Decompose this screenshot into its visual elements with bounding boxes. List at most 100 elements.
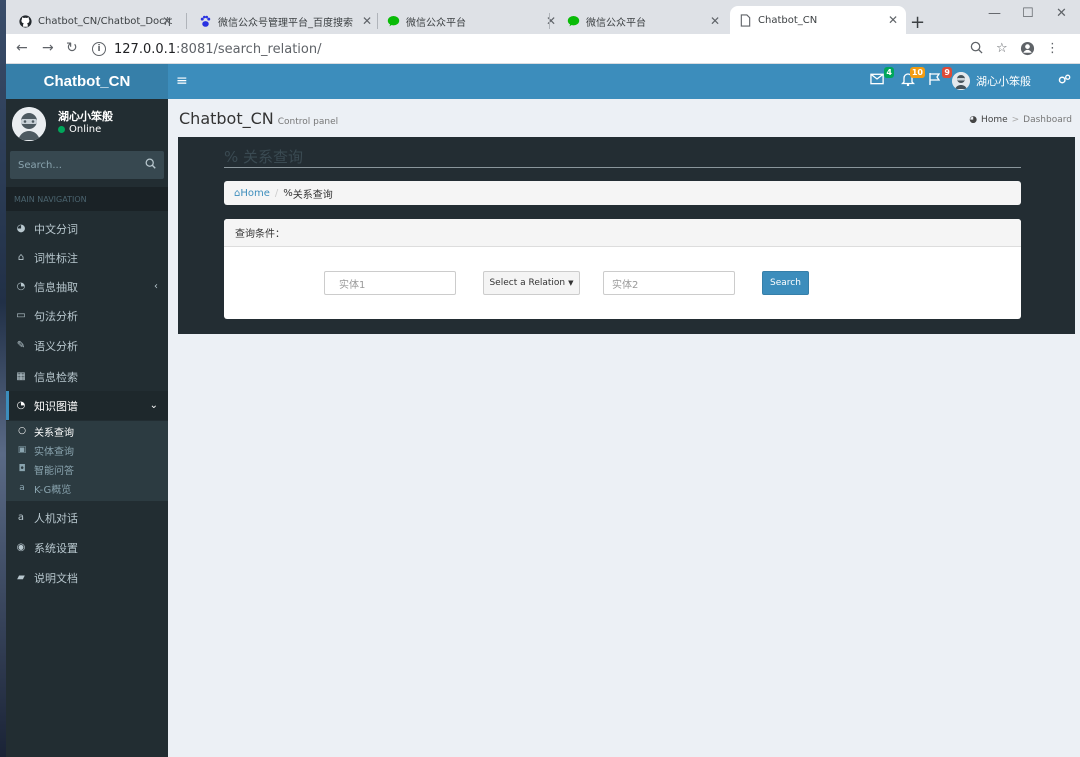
baidu-paw-icon — [198, 14, 212, 28]
sidebar-item-semantic[interactable]: ✎ 语义分析 — [6, 331, 168, 360]
url-path: :8081/search_relation/ — [176, 41, 322, 57]
relation-select-button[interactable]: Select a Relation ▼ — [483, 271, 580, 295]
close-tab-icon[interactable]: ✕ — [362, 14, 372, 28]
notification-badge: 10 — [909, 67, 925, 78]
entity1-input[interactable]: 实体1 — [324, 271, 456, 295]
close-tab-icon[interactable]: ✕ — [888, 13, 898, 27]
sidebar-item-dialogue[interactable]: a 人机对话 — [6, 503, 168, 532]
tab-title: 微信公众平台 — [586, 17, 646, 29]
sidebar-item-settings[interactable]: ◉ 系统设置 — [6, 533, 168, 562]
mail-badge: 4 — [884, 67, 894, 78]
top-header: Chatbot_CN ≡ 4 10 9 湖心小笨般 — [6, 64, 1080, 99]
reload-icon[interactable]: ↻ — [66, 40, 78, 56]
tab-baidu[interactable]: 微信公众号管理平台_百度搜索 ✕ — [190, 8, 380, 34]
mail-icon[interactable]: 4 — [870, 67, 894, 90]
bookmark-star-icon[interactable]: ☆ — [996, 41, 1008, 56]
flag-icon[interactable]: 9 — [928, 67, 952, 90]
sidebar-user-name: 湖心小笨般 — [58, 110, 113, 123]
github-icon — [18, 14, 32, 28]
sidebar-subitem-qa[interactable]: ◘ 智能问答 — [6, 461, 168, 477]
relation-query-panel: % 关系查询 ⌂ Home / % 关系查询 查询条件： 实体1 Select … — [178, 137, 1075, 334]
tab-chatbot-active[interactable]: Chatbot_CN ✕ — [730, 6, 906, 34]
sidebar-subitem-label: 实体查询 — [34, 446, 74, 458]
tab-separator — [549, 13, 550, 29]
inner-breadcrumb: ⌂ Home / % 关系查询 — [224, 181, 1021, 205]
inner-breadcrumb-home[interactable]: Home — [240, 188, 270, 199]
sidebar-item-extraction[interactable]: ◔ 信息抽取 ‹ — [6, 272, 168, 301]
sidebar-item-docs[interactable]: ▰ 说明文档 — [6, 563, 168, 592]
gears-icon[interactable] — [1058, 74, 1071, 88]
profile-icon[interactable] — [1020, 41, 1035, 60]
avatar — [12, 107, 46, 141]
chevron-down-icon: ⌄ — [149, 400, 158, 411]
nav-header: MAIN NAVIGATION — [6, 187, 168, 211]
page-subtitle: Control panel — [277, 117, 339, 127]
url-field[interactable]: i 127.0.0.1:8081/search_relation/ — [92, 38, 992, 60]
back-arrow-icon[interactable]: ← — [16, 40, 28, 56]
breadcrumb-separator: > — [1011, 115, 1020, 125]
search-icon[interactable] — [145, 158, 156, 172]
new-tab-button[interactable]: + — [910, 12, 925, 33]
app-logo[interactable]: Chatbot_CN — [6, 64, 168, 99]
breadcrumb-home-link[interactable]: Home — [981, 115, 1008, 125]
close-tab-icon[interactable]: ✕ — [546, 14, 556, 28]
online-dot-icon — [58, 126, 65, 133]
sidebar-item-label: 系统设置 — [34, 541, 78, 555]
sidebar-subitem-label: 关系查询 — [34, 427, 74, 439]
laptop-icon: ▭ — [16, 310, 26, 321]
sidebar-search[interactable]: Search... — [10, 151, 164, 179]
tag-icon: ⌂ — [17, 252, 25, 263]
sidebar-item-knowledge-graph[interactable]: ◔ 知识图谱 ⌄ — [6, 391, 168, 420]
user-menu[interactable]: 湖心小笨般 — [952, 72, 1031, 90]
tab-wechat-1[interactable]: 微信公众平台 ✕ — [378, 8, 564, 34]
close-tab-icon[interactable]: ✕ — [710, 14, 720, 28]
sidebar-item-syntax[interactable]: ▭ 句法分析 — [6, 301, 168, 330]
address-bar: ← → ↻ i 127.0.0.1:8081/search_relation/ … — [6, 34, 1080, 64]
sidebar-item-segmentation[interactable]: ◕ 中文分词 — [6, 214, 168, 243]
url-host: 127.0.0.1 — [114, 41, 177, 57]
user-panel: 湖心小笨般 Online — [6, 99, 168, 149]
search-button[interactable]: Search — [762, 271, 809, 295]
maximize-button[interactable]: ☐ — [1022, 6, 1034, 21]
breadcrumb: ◕ Home > Dashboard — [969, 115, 1072, 125]
inner-breadcrumb-current: 关系查询 — [292, 189, 333, 201]
header-user-name: 湖心小笨般 — [976, 75, 1031, 88]
close-window-button[interactable]: ✕ — [1056, 6, 1067, 21]
tab-separator — [186, 13, 187, 29]
bell-icon[interactable]: 10 — [900, 67, 925, 90]
circle-outline-icon: ○ — [18, 426, 26, 436]
question-square-icon: ◘ — [18, 464, 26, 474]
book-icon: ▰ — [17, 572, 25, 583]
page-title-text: Chatbot_CN — [179, 109, 274, 128]
gear-circle-icon: ◉ — [16, 542, 26, 553]
sidebar-item-label: 知识图谱 — [34, 399, 78, 413]
sidebar-toggle-icon[interactable]: ≡ — [176, 73, 188, 89]
sidebar-subitem-relation-query[interactable]: ○ 关系查询 — [6, 423, 168, 439]
close-tab-icon[interactable]: ✕ — [162, 14, 172, 28]
sidebar-subitem-entity-query[interactable]: ▣ 实体查询 — [6, 442, 168, 458]
avatar — [952, 72, 970, 90]
link-icon: % — [224, 148, 239, 166]
table-icon: ▦ — [16, 371, 26, 382]
tab-wechat-2[interactable]: 微信公众平台 ✕ — [558, 8, 728, 34]
tab-github[interactable]: Chatbot_CN/Chatbot_Doc/p ✕ — [10, 8, 180, 34]
sidebar-item-retrieval[interactable]: ▦ 信息检索 — [6, 362, 168, 391]
sidebar-subitem-kg-overview[interactable]: a K-G概览 — [6, 480, 168, 496]
browser-window: Chatbot_CN/Chatbot_Doc/p ✕ 微信公众号管理平台_百度搜… — [6, 0, 1080, 757]
pie-chart-icon: ◔ — [16, 281, 26, 292]
query-header: 查询条件： — [224, 219, 1021, 247]
search-input[interactable]: Search... — [18, 160, 145, 171]
status-text: Online — [69, 124, 102, 135]
sidebar-item-pos-tagging[interactable]: ⌂ 词性标注 — [6, 243, 168, 272]
tab-title: Chatbot_CN/Chatbot_Doc/p — [38, 15, 172, 27]
sidebar-subitem-label: 智能问答 — [34, 465, 74, 477]
dashboard-icon: ◕ — [969, 115, 978, 125]
chevron-left-icon: ‹ — [154, 281, 158, 292]
info-icon[interactable]: i — [92, 42, 106, 56]
menu-kebab-icon[interactable]: ⋮ — [1046, 41, 1059, 56]
tab-title: 微信公众号管理平台_百度搜索 — [218, 17, 353, 29]
forward-arrow-icon[interactable]: → — [42, 40, 54, 56]
entity2-input[interactable]: 实体2 — [603, 271, 735, 295]
zoom-icon[interactable] — [970, 41, 983, 58]
minimize-button[interactable]: — — [988, 6, 1001, 21]
